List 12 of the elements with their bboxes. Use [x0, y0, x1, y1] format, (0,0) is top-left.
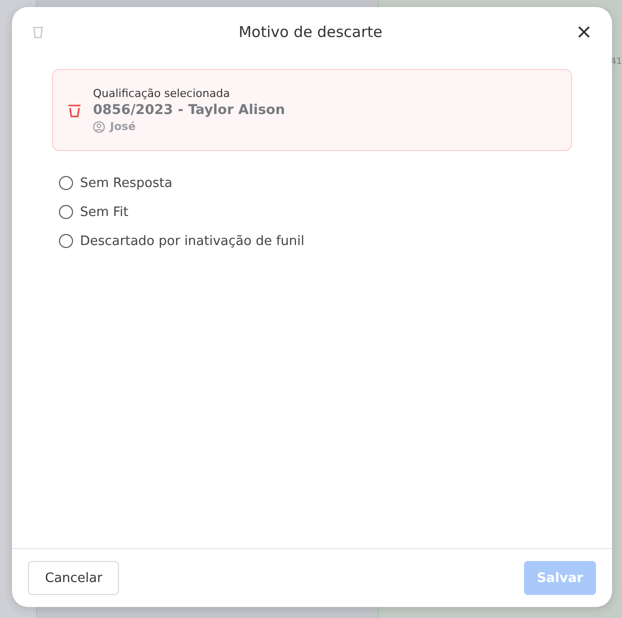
- reason-radio[interactable]: Sem Resposta: [59, 174, 572, 192]
- user-icon: [93, 120, 105, 132]
- reason-radio[interactable]: Descartado por inativação de funil: [59, 232, 572, 250]
- selection-label: Qualificação selecionada: [93, 87, 231, 100]
- cancel-button[interactable]: Cancelar: [28, 561, 120, 595]
- selection-name: 0856/2023 - Taylor Alison: [93, 102, 285, 118]
- dialog-title: Motivo de descarte: [238, 23, 382, 41]
- close-button[interactable]: [576, 24, 592, 40]
- trash-icon: [67, 102, 82, 118]
- trash-icon: [31, 25, 45, 39]
- reason-radio[interactable]: Sem Fit: [59, 203, 572, 221]
- owner-name: José: [110, 120, 136, 133]
